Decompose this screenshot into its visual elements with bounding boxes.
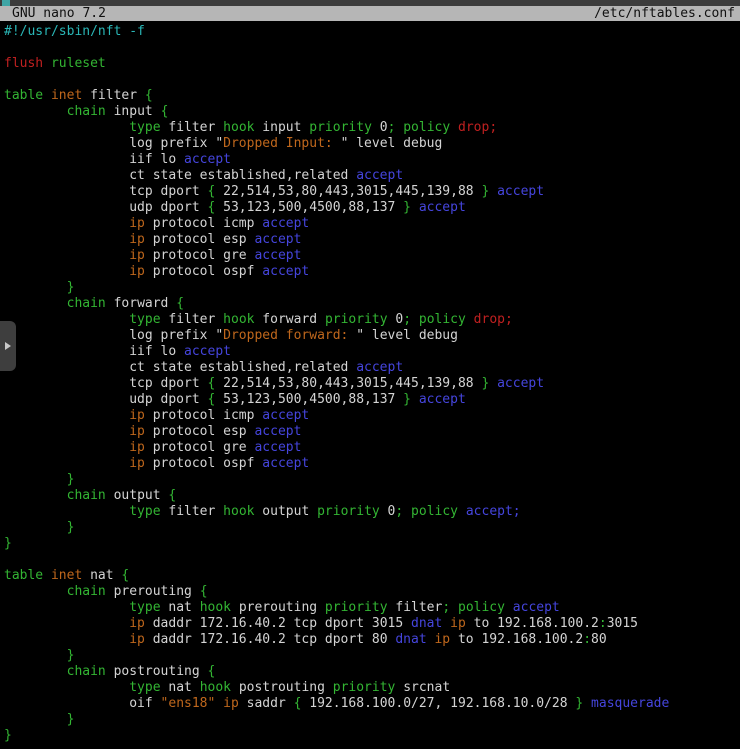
code-line: type filter hook forward priority 0; pol… — [4, 312, 736, 328]
code-line: iif lo accept — [4, 344, 736, 360]
code-line: chain output { — [4, 488, 736, 504]
code-line — [4, 72, 736, 88]
editor-area[interactable]: #!/usr/sbin/nft -f flush ruleset table i… — [4, 24, 736, 744]
code-line: } — [4, 712, 736, 728]
code-line: ct state established,related accept — [4, 168, 736, 184]
code-line: ip protocol ospf accept — [4, 456, 736, 472]
terminal-window: GNU nano 7.2 /etc/nftables.conf #!/usr/s… — [0, 0, 740, 749]
code-line: ip protocol gre accept — [4, 440, 736, 456]
code-line: } — [4, 280, 736, 296]
code-line: ct state established,related accept — [4, 360, 736, 376]
code-line: } — [4, 472, 736, 488]
code-line: ip protocol esp accept — [4, 232, 736, 248]
code-line: ip protocol icmp accept — [4, 408, 736, 424]
code-line: chain postrouting { — [4, 664, 736, 680]
code-line — [4, 40, 736, 56]
code-line: chain input { — [4, 104, 736, 120]
code-line: chain forward { — [4, 296, 736, 312]
code-line: log prefix "Dropped forward: " level deb… — [4, 328, 736, 344]
code-line: table inet filter { — [4, 88, 736, 104]
code-line: type filter hook input priority 0; polic… — [4, 120, 736, 136]
code-line: iif lo accept — [4, 152, 736, 168]
code-line: type nat hook postrouting priority srcna… — [4, 680, 736, 696]
code-line: type nat hook prerouting priority filter… — [4, 600, 736, 616]
code-line: udp dport { 53,123,500,4500,88,137 } acc… — [4, 392, 736, 408]
sidebar-toggle-handle[interactable] — [0, 321, 16, 371]
editor-text: #!/usr/sbin/nft -f flush ruleset table i… — [4, 24, 736, 744]
code-line: } — [4, 648, 736, 664]
code-line: ip protocol ospf accept — [4, 264, 736, 280]
code-line: table inet nat { — [4, 568, 736, 584]
code-line: flush ruleset — [4, 56, 736, 72]
file-path-label: /etc/nftables.conf — [594, 6, 735, 21]
code-line: ip protocol gre accept — [4, 248, 736, 264]
code-line: udp dport { 53,123,500,4500,88,137 } acc… — [4, 200, 736, 216]
nano-version-label: GNU nano 7.2 — [12, 6, 106, 21]
code-line: ip protocol esp accept — [4, 424, 736, 440]
code-line: ip daddr 172.16.40.2 tcp dport 80 dnat i… — [4, 632, 736, 648]
code-line: } — [4, 520, 736, 536]
code-line: ip daddr 172.16.40.2 tcp dport 3015 dnat… — [4, 616, 736, 632]
code-line — [4, 552, 736, 568]
code-line: tcp dport { 22,514,53,80,443,3015,445,13… — [4, 376, 736, 392]
code-line: chain prerouting { — [4, 584, 736, 600]
code-line: } — [4, 728, 736, 744]
code-line: ip protocol icmp accept — [4, 216, 736, 232]
code-line: tcp dport { 22,514,53,80,443,3015,445,13… — [4, 184, 736, 200]
code-line: oif "ens18" ip saddr { 192.168.100.0/27,… — [4, 696, 736, 712]
nano-titlebar: GNU nano 7.2 /etc/nftables.conf — [0, 6, 740, 21]
code-line: type filter hook output priority 0; poli… — [4, 504, 736, 520]
play-triangle-icon — [5, 342, 11, 350]
code-line: } — [4, 536, 736, 552]
code-line: log prefix "Dropped Input: " level debug — [4, 136, 736, 152]
code-line: #!/usr/sbin/nft -f — [4, 24, 736, 40]
